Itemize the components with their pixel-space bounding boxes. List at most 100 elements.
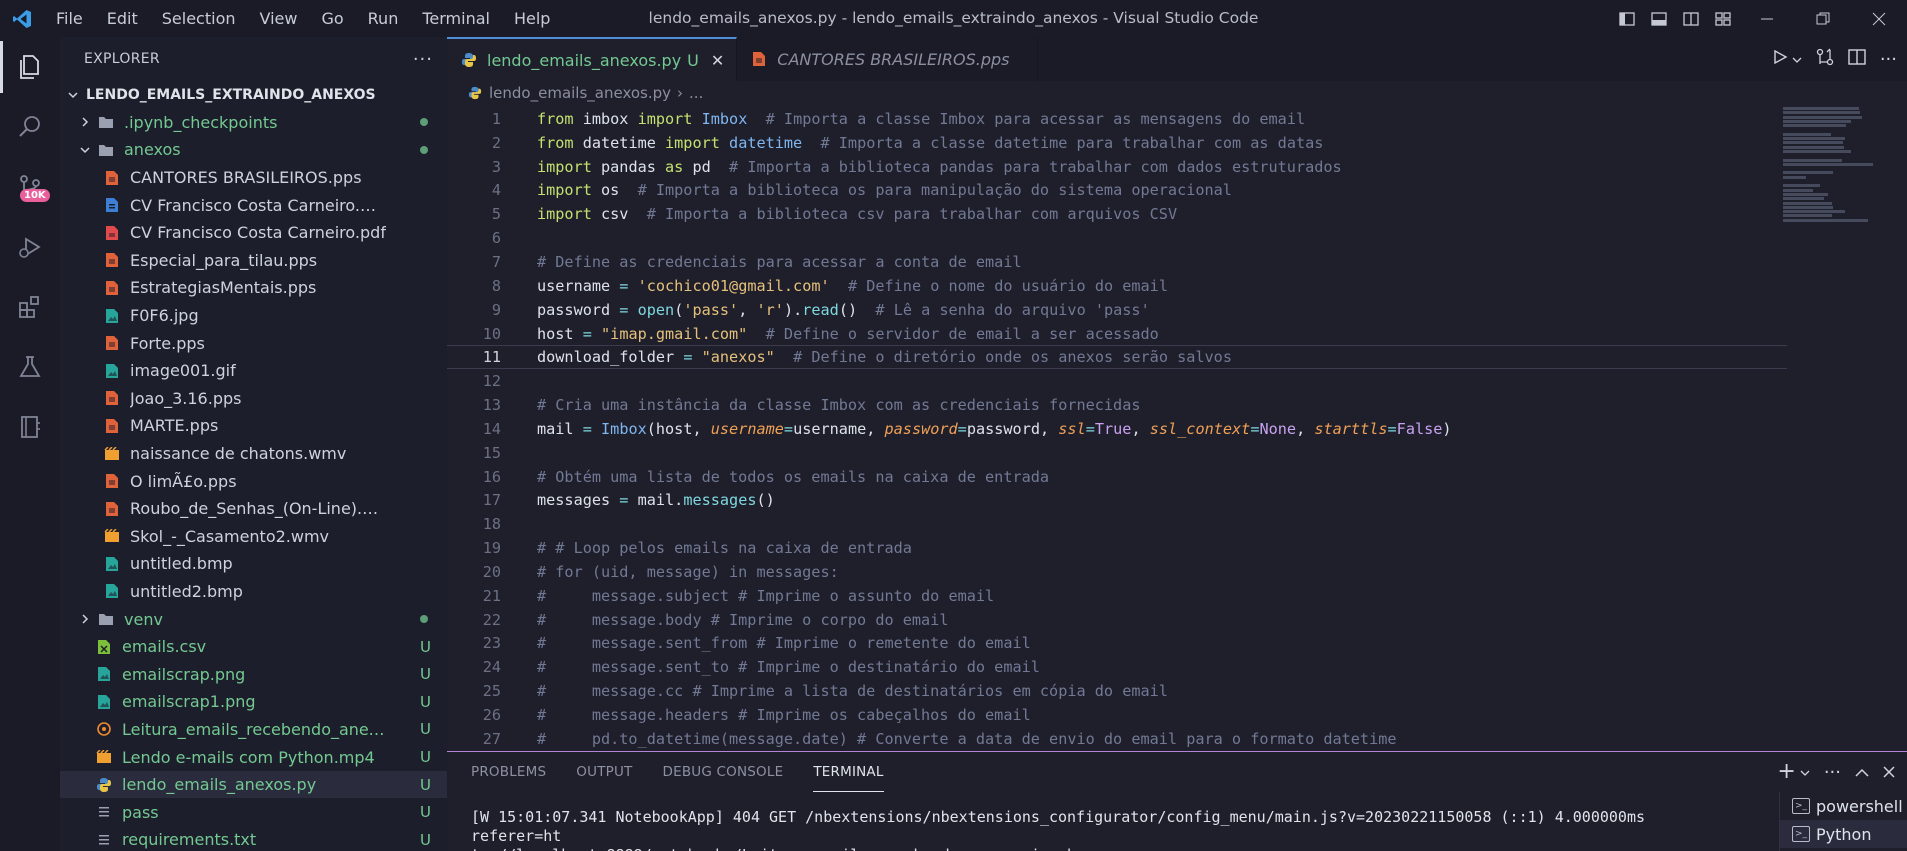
tree-file[interactable]: CV Francisco Costa Carneiro.doc bbox=[60, 191, 447, 219]
notebook-icon[interactable] bbox=[0, 397, 60, 457]
code-line[interactable]: 27 # pd.to_datetime(message.date) # Conve… bbox=[447, 727, 1787, 751]
code-line[interactable]: 1 from imbox import Imbox # Importa a cla… bbox=[447, 107, 1787, 131]
tree-file[interactable]: Lendo e-mails com Python.mp4 U bbox=[60, 743, 447, 771]
more-actions-icon[interactable]: ··· bbox=[1824, 762, 1841, 783]
menu-selection[interactable]: Selection bbox=[150, 0, 248, 37]
toggle-sidebar-icon[interactable] bbox=[1611, 0, 1643, 37]
code-line[interactable]: 5 import csv # Importa a biblioteca csv p… bbox=[447, 202, 1787, 226]
tree-file[interactable]: pass U bbox=[60, 798, 447, 826]
tree-file[interactable]: naissance de chatons.wmv bbox=[60, 440, 447, 468]
tree-folder[interactable]: anexos bbox=[60, 136, 447, 164]
tree-file[interactable]: Joao_3.16.pps bbox=[60, 385, 447, 413]
compare-changes-icon[interactable] bbox=[1816, 48, 1834, 70]
tree-file[interactable]: Leitura_emails_recebendo_anexos.ipy... U bbox=[60, 716, 447, 744]
new-terminal-icon[interactable]: + bbox=[1777, 761, 1795, 783]
source-control-icon[interactable]: 10K bbox=[0, 157, 60, 217]
code-line[interactable]: 9 password = open('pass', 'r'). read() # L… bbox=[447, 298, 1787, 322]
menu-terminal[interactable]: Terminal bbox=[410, 0, 502, 37]
tree-file[interactable]: Skol_-_Casamento2.wmv bbox=[60, 523, 447, 551]
explorer-icon[interactable] bbox=[0, 37, 60, 97]
code-line[interactable]: 10 host = "imap.gmail.com" # Define o ser… bbox=[447, 322, 1787, 346]
split-editor-icon[interactable] bbox=[1848, 49, 1866, 69]
tree-file[interactable]: F0F6.jpg bbox=[60, 302, 447, 330]
menu-help[interactable]: Help bbox=[502, 0, 562, 37]
code-editor[interactable]: 1 from imbox import Imbox # Importa a cla… bbox=[447, 107, 1787, 751]
code-line[interactable]: 14 mail = Imbox (host, username = username, … bbox=[447, 417, 1787, 441]
terminal-powershell[interactable]: >_ powershell bbox=[1780, 792, 1907, 820]
customize-layout-icon[interactable] bbox=[1707, 0, 1739, 37]
tree-file[interactable]: CANTORES BRASILEIROS.pps bbox=[60, 164, 447, 192]
minimap[interactable] bbox=[1783, 107, 1895, 227]
tab-terminal[interactable]: TERMINAL bbox=[813, 752, 884, 792]
tree-file[interactable]: emails.csv U bbox=[60, 633, 447, 661]
tree-file[interactable]: Roubo_de_Senhas_(On-Line).pps bbox=[60, 495, 447, 523]
code-line[interactable]: 11 download_folder = "anexos" # Define o … bbox=[447, 345, 1787, 370]
menu-file[interactable]: File bbox=[44, 0, 95, 37]
chevron-down-icon[interactable] bbox=[1792, 50, 1802, 69]
more-actions-icon[interactable]: ··· bbox=[413, 49, 433, 70]
code-line[interactable]: 3 import pandas as pd # Importa a bibliot… bbox=[447, 155, 1787, 179]
tree-file[interactable]: image001.gif bbox=[60, 357, 447, 385]
chevron-down-icon[interactable] bbox=[1800, 763, 1810, 782]
code-line[interactable]: 13 # Cria uma instância da classe Imbox c… bbox=[447, 393, 1787, 417]
close-panel-icon[interactable] bbox=[1883, 763, 1895, 782]
tab-debug-console[interactable]: DEBUG CONSOLE bbox=[663, 752, 784, 792]
tree-file[interactable]: emailscrap.png U bbox=[60, 660, 447, 688]
code-line[interactable]: 12 bbox=[447, 369, 1787, 393]
tree-folder[interactable]: .ipynb_checkpoints bbox=[60, 109, 447, 137]
code-line[interactable]: 16 # Obtém uma lista de todos os emails n… bbox=[447, 465, 1787, 489]
tab-lendo-emails-anexos[interactable]: lendo_emails_anexos.py U ✕ bbox=[447, 37, 738, 81]
minimize-button[interactable] bbox=[1739, 0, 1795, 37]
tree-file[interactable]: lendo_emails_anexos.py U bbox=[60, 770, 447, 799]
search-icon[interactable] bbox=[0, 97, 60, 157]
code-line[interactable]: 4 import os # Importa a biblioteca os par… bbox=[447, 179, 1787, 203]
code-line[interactable]: 25 # message.cc # Imprime a lista de dest… bbox=[447, 679, 1787, 703]
toggle-secondary-sidebar-icon[interactable] bbox=[1675, 0, 1707, 37]
testing-flask-icon[interactable] bbox=[0, 337, 60, 397]
tree-file[interactable]: Especial_para_tilau.pps bbox=[60, 247, 447, 275]
code-line[interactable]: 19 # # Loop pelos emails na caixa de entr… bbox=[447, 536, 1787, 560]
tree-file[interactable]: Forte.pps bbox=[60, 329, 447, 357]
tree-file[interactable]: requirements.txt U bbox=[60, 826, 447, 851]
tree-file[interactable]: emailscrap1.png U bbox=[60, 688, 447, 716]
breadcrumb-file[interactable]: lendo_emails_anexos.py bbox=[489, 84, 671, 102]
tab-output[interactable]: OUTPUT bbox=[576, 752, 632, 792]
code-line[interactable]: 24 # message.sent_to # Imprime o destinat… bbox=[447, 655, 1787, 679]
maximize-panel-icon[interactable] bbox=[1855, 763, 1869, 782]
tree-file[interactable]: untitled.bmp bbox=[60, 550, 447, 578]
workspace-root[interactable]: LENDO_EMAILS_EXTRAINDO_ANEXOS bbox=[60, 81, 447, 109]
code-line[interactable]: 21 # message.subject # Imprime o assunto … bbox=[447, 584, 1787, 608]
code-line[interactable]: 17 messages = mail. messages() bbox=[447, 489, 1787, 513]
code-line[interactable]: 15 bbox=[447, 441, 1787, 465]
code-line[interactable]: 6 bbox=[447, 226, 1787, 250]
extensions-icon[interactable] bbox=[0, 277, 60, 337]
menu-view[interactable]: View bbox=[248, 0, 310, 37]
tab-problems[interactable]: PROBLEMS bbox=[471, 752, 546, 792]
tree-file[interactable]: CV Francisco Costa Carneiro.pdf bbox=[60, 219, 447, 247]
code-line[interactable]: 7 # Define as credenciais para acessar a … bbox=[447, 250, 1787, 274]
terminal-python[interactable]: >_ Python bbox=[1780, 820, 1907, 848]
more-actions-icon[interactable]: ··· bbox=[1880, 49, 1897, 70]
menu-go[interactable]: Go bbox=[309, 0, 355, 37]
close-tab-icon[interactable]: ✕ bbox=[711, 51, 724, 70]
code-line[interactable]: 26 # message.headers # Imprime os cabeçal… bbox=[447, 703, 1787, 727]
tab-cantores-brasileiros[interactable]: CANTORES BRASILEIROS.pps bbox=[737, 37, 1039, 81]
breadcrumb-symbol[interactable]: ... bbox=[689, 84, 703, 102]
toggle-panel-icon[interactable] bbox=[1643, 0, 1675, 37]
restore-button[interactable] bbox=[1795, 0, 1851, 37]
code-line[interactable]: 23 # message.sent_from # Imprime o remete… bbox=[447, 632, 1787, 656]
tree-file[interactable]: MARTE.pps bbox=[60, 412, 447, 440]
code-line[interactable]: 8 username = 'cochico01@gmail.com' # Defi… bbox=[447, 274, 1787, 298]
code-line[interactable]: 18 bbox=[447, 512, 1787, 536]
run-python-file-icon[interactable] bbox=[1772, 49, 1788, 69]
code-line[interactable]: 20 # for (uid, message) in messages: bbox=[447, 560, 1787, 584]
code-line[interactable]: 2 from datetime import datetime # Importa… bbox=[447, 131, 1787, 155]
menu-run[interactable]: Run bbox=[356, 0, 411, 37]
tree-file[interactable]: untitled2.bmp bbox=[60, 578, 447, 606]
code-line[interactable]: 22 # message.body # Imprime o corpo do em… bbox=[447, 608, 1787, 632]
tree-file[interactable]: EstrategiasMentais.pps bbox=[60, 274, 447, 302]
tree-file[interactable]: O limÃ£o.pps bbox=[60, 467, 447, 495]
tree-folder[interactable]: venv bbox=[60, 605, 447, 633]
terminal-output[interactable]: [W 15:01:07.341 NotebookApp] 404 GET /nb… bbox=[471, 808, 1731, 851]
run-debug-icon[interactable] bbox=[0, 217, 60, 277]
